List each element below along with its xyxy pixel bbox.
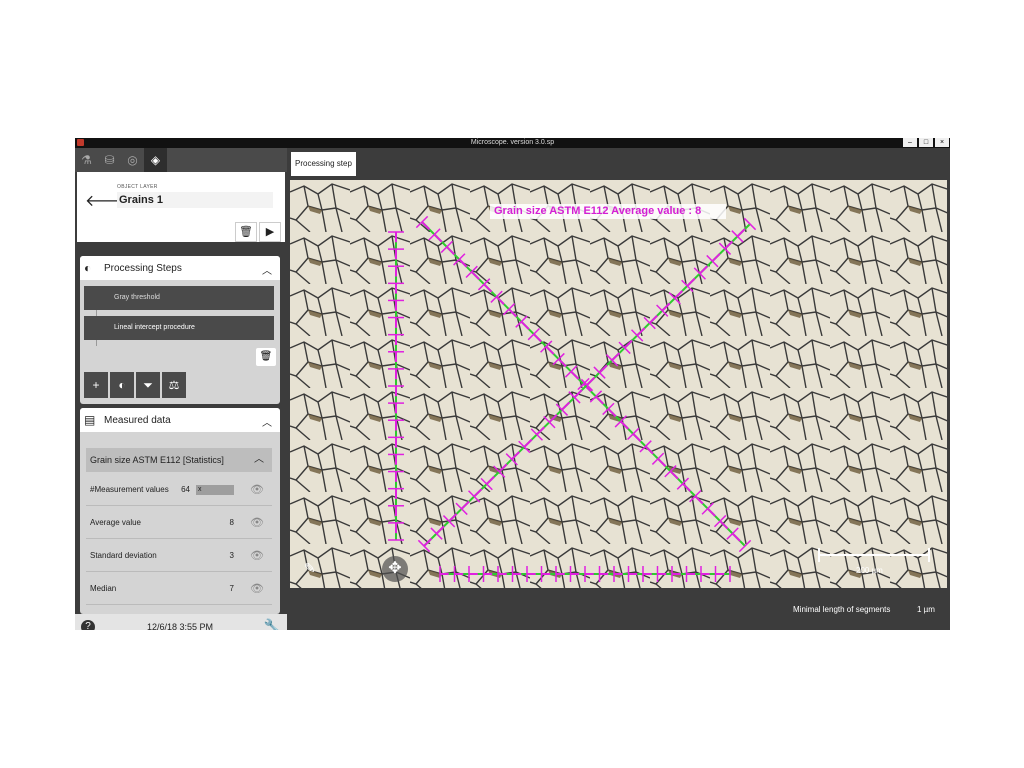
trash-icon[interactable]: 🗑 (235, 222, 257, 242)
measure-row-count: #Measurement values 64 x 👁 (86, 474, 272, 506)
scale-bar (818, 554, 930, 556)
unit-select[interactable]: x (196, 485, 234, 495)
measurement-group-title: Grain size ASTM E112 [Statistics] (90, 455, 224, 465)
move-icon[interactable]: ✥ (382, 556, 408, 582)
scale-bar-label: 200 µm (856, 566, 883, 575)
left-footer: ? 12/6/18 3:55 PM 🔧 (75, 614, 287, 630)
data-icon: ▤ (84, 413, 96, 427)
eye-icon[interactable]: 👁 (250, 573, 264, 605)
measure-value: 3 (229, 551, 234, 560)
settings-icon[interactable]: 🔧 (264, 618, 281, 630)
measure-label: Median (90, 584, 117, 593)
measure-value: 7 (229, 584, 234, 593)
microscope-image-view[interactable]: Grain size ASTM E112 Average value : 8 2… (290, 180, 947, 588)
title-bar: Microscope. version 3.0.sp – □ × (75, 138, 950, 148)
view-tab-bar: Processing step (287, 148, 950, 176)
measure-label: Standard deviation (90, 551, 157, 560)
module-tabs: ⚗ ⛁ ◎ ◈ (75, 148, 287, 172)
chevron-up-icon[interactable]: ︿ (262, 262, 272, 277)
app-icon (77, 139, 84, 146)
contrast-icon: ◐ (84, 261, 92, 275)
close-button[interactable]: × (935, 138, 949, 147)
measure-label: Average value (90, 518, 141, 527)
scale-bar-cap-right (928, 548, 930, 562)
scale-bar-cap-left (818, 548, 820, 562)
layers-icon[interactable]: ◈ (144, 148, 167, 172)
min-length-label: Minimal length of segments (793, 605, 891, 614)
trash-icon[interactable]: 🗑 (256, 348, 276, 366)
measure-label: #Measurement values (90, 485, 169, 494)
object-name-field[interactable]: Grains 1 (117, 192, 273, 208)
measure-row-stddev: Standard deviation 3 👁 (86, 540, 272, 572)
measured-data-header[interactable]: ▤ Measured data ︿ (80, 408, 280, 432)
microscope-icon[interactable]: ⚗ (75, 148, 98, 172)
measure-value: 8 (229, 518, 234, 527)
status-bar: Minimal length of segments 1 µm (287, 591, 950, 630)
minimize-button[interactable]: – (903, 138, 917, 147)
eye-icon[interactable]: 👁 (250, 540, 264, 572)
datetime: 12/6/18 3:55 PM (147, 622, 214, 630)
play-icon[interactable]: ▶ (259, 222, 281, 242)
chevron-up-icon[interactable]: ︿ (262, 414, 272, 429)
step-gray-threshold[interactable]: Gray threshold (84, 286, 274, 310)
processing-steps-header[interactable]: ◐ Processing Steps ︿ (80, 256, 280, 280)
add-step-icon[interactable]: + (84, 372, 108, 398)
measurement-group-header[interactable]: Grain size ASTM E112 [Statistics] ︿ (86, 448, 272, 472)
pencil-icon[interactable]: ✎ (304, 560, 316, 577)
eye-icon[interactable]: 👁 (250, 507, 264, 539)
measured-data-panel: ▤ Measured data ︿ Grain size ASTM E112 [… (80, 408, 280, 614)
measure-row-average: Average value 8 👁 (86, 507, 272, 539)
maximize-button[interactable]: □ (919, 138, 933, 147)
chevron-up-icon[interactable]: ︿ (254, 448, 264, 472)
database-icon[interactable]: ⛁ (98, 148, 121, 172)
threshold-icon[interactable]: ◐ (110, 372, 134, 398)
camera-icon[interactable]: ◎ (121, 148, 144, 172)
help-icon[interactable]: ? (81, 620, 95, 630)
measure-icon[interactable]: ⚖ (162, 372, 186, 398)
eye-icon[interactable]: 👁 (250, 474, 264, 506)
filter-icon[interactable]: ⏷ (136, 372, 160, 398)
min-length-value: 1 µm (917, 605, 935, 614)
left-panel: ⚗ ⛁ ◎ ◈ 🡐 OBJECT LAYER Grains 1 🗑 ▶ ◐ Pr… (75, 148, 287, 630)
measured-data-title: Measured data (104, 414, 171, 426)
tab-processing-step[interactable]: Processing step (291, 152, 356, 176)
measure-value: 64 (181, 485, 190, 494)
overlay-label: Grain size ASTM E112 Average value : 8 (490, 204, 726, 219)
micrograph-canvas[interactable] (290, 180, 947, 588)
object-layer-box: 🡐 OBJECT LAYER Grains 1 🗑 ▶ (77, 172, 285, 242)
processing-steps-panel: ◐ Processing Steps ︿ Gray threshold Line… (80, 256, 280, 404)
processing-steps-title: Processing Steps (104, 262, 182, 274)
object-layer-label: OBJECT LAYER (117, 184, 158, 190)
step-lineal-intercept[interactable]: Lineal intercept procedure (84, 316, 274, 340)
app-window: Microscope. version 3.0.sp – □ × ⚗ ⛁ ◎ ◈… (75, 138, 950, 630)
measure-row-median: Median 7 👁 (86, 573, 272, 605)
window-title: Microscope. version 3.0.sp (470, 139, 555, 146)
